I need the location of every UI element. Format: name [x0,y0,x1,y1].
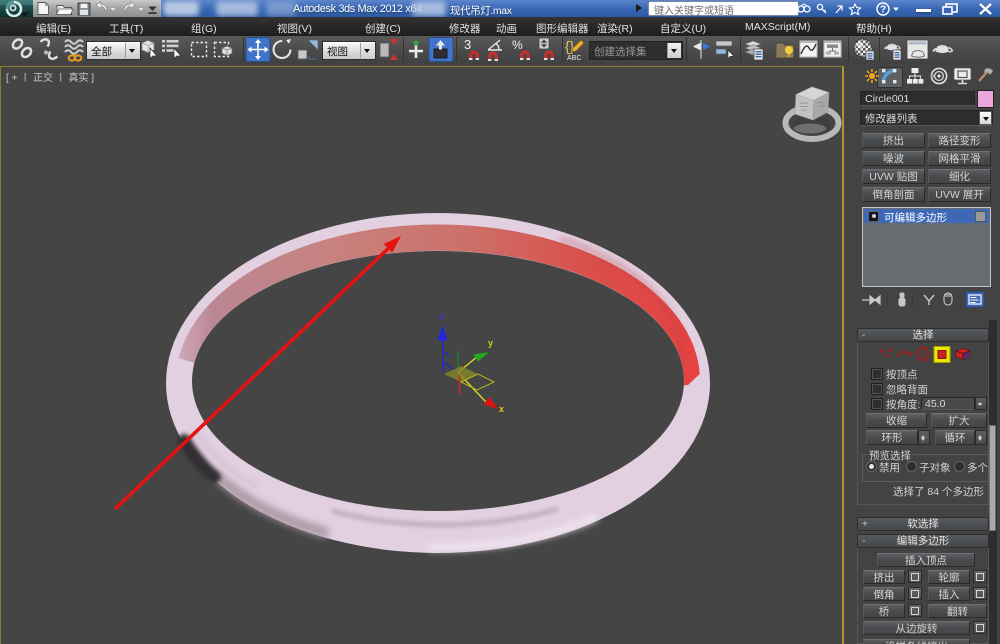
svg-text:%: % [512,38,523,52]
svg-text:?: ? [880,5,886,16]
svg-text:3: 3 [464,37,471,52]
svg-text:ABC: ABC [567,55,581,62]
